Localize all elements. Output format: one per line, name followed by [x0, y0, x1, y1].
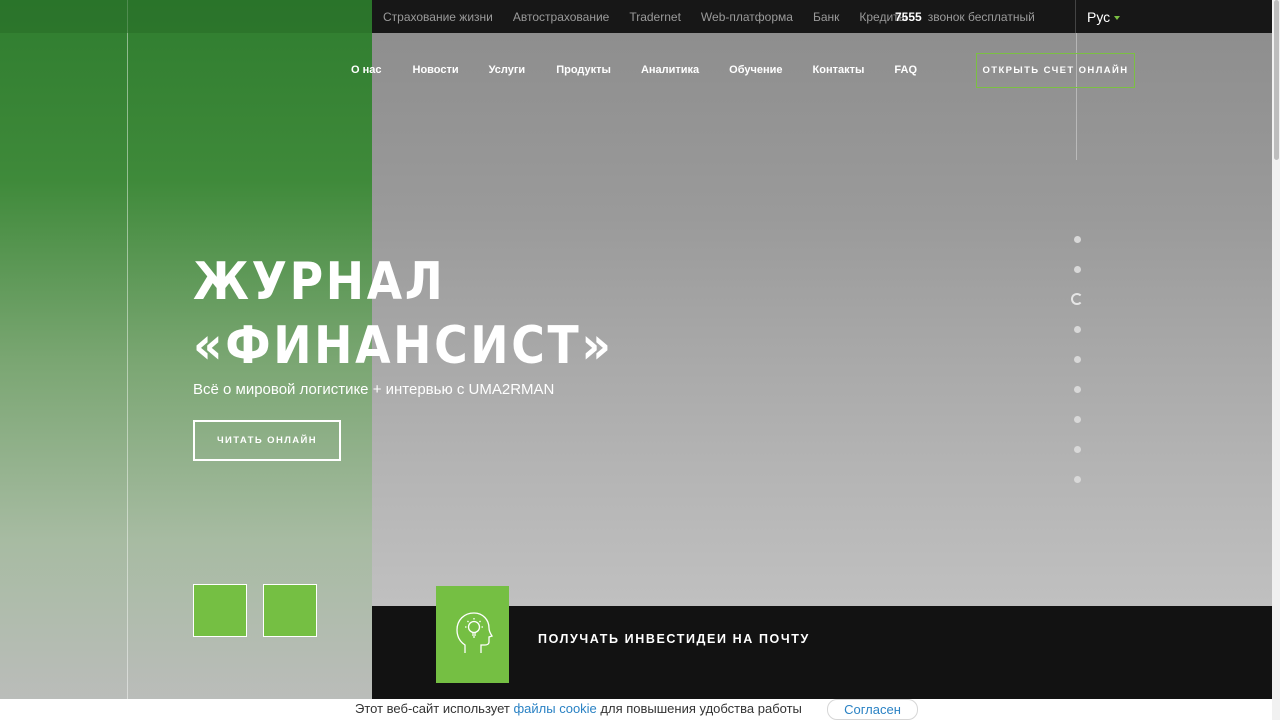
top-link-tradernet[interactable]: Tradernet [629, 10, 681, 24]
top-link-life-insurance[interactable]: Страхование жизни [383, 10, 493, 24]
nav-item-faq[interactable]: FAQ [894, 64, 917, 76]
hero-title-line1: ЖУРНАЛ [193, 252, 446, 312]
nav-item-analytics[interactable]: Аналитика [641, 64, 699, 76]
slider-dot[interactable] [1074, 416, 1081, 423]
scrollbar-thumb[interactable] [1274, 0, 1279, 160]
slider-dot[interactable] [1074, 446, 1081, 453]
open-account-button[interactable]: ОТКРЫТЬ СЧЕТ ОНЛАЙН [976, 53, 1135, 88]
language-label: Рус [1087, 9, 1111, 25]
cookie-message: Этот веб-сайт использует файлы cookie дл… [355, 701, 802, 716]
top-links: Страхование жизни Автострахование Trader… [383, 0, 907, 33]
nav-item-about[interactable]: О нас [351, 64, 382, 76]
read-online-button[interactable]: ЧИТАТЬ ОНЛАЙН [193, 420, 341, 461]
cookie-link[interactable]: файлы cookie [513, 701, 596, 716]
main-nav: О нас Новости Услуги Продукты Аналитика … [351, 64, 917, 76]
decorative-line [127, 0, 128, 700]
top-link-auto-insurance[interactable]: Автострахование [513, 10, 609, 24]
hero-subtitle: Всё о мировой логистике + интервью с UMA… [193, 381, 555, 398]
nav-item-products[interactable]: Продукты [556, 64, 611, 76]
slider-dot[interactable] [1074, 476, 1081, 483]
slider-dot[interactable] [1074, 266, 1081, 273]
hero-title: ЖУРНАЛ «ФИНАНСИСТ» [193, 250, 614, 378]
cookie-text-before: Этот веб-сайт использует [355, 701, 514, 716]
nav-item-contacts[interactable]: Контакты [813, 64, 865, 76]
slider-dot-active[interactable] [1071, 293, 1083, 305]
topbar-left-tint [0, 0, 372, 33]
top-link-web-platform[interactable]: Web-платформа [701, 10, 793, 24]
nav-item-news[interactable]: Новости [413, 64, 459, 76]
top-link-bank[interactable]: Банк [813, 10, 839, 24]
language-divider [1075, 0, 1076, 33]
cookie-bar: Этот веб-сайт использует файлы cookie дл… [0, 699, 1272, 720]
subscribe-link[interactable]: ПОЛУЧАТЬ ИНВЕСТИДЕИ НА ПОЧТУ [538, 632, 810, 646]
slider-prev-button[interactable] [193, 584, 247, 637]
slider-next-button[interactable] [263, 584, 317, 637]
chevron-down-icon [1114, 16, 1121, 20]
hero-title-line2: «ФИНАНСИСТ» [193, 316, 614, 376]
slider-dot[interactable] [1074, 326, 1081, 333]
slider-dot[interactable] [1074, 386, 1081, 393]
cookie-text-after: для повышения удобства работы [596, 701, 802, 716]
phone-number[interactable]: 7555 [895, 10, 922, 24]
nav-item-education[interactable]: Обучение [729, 64, 782, 76]
language-selector[interactable]: Рус [1087, 9, 1121, 25]
slider-dot[interactable] [1074, 356, 1081, 363]
phone-info: 7555 звонок бесплатный [895, 10, 1035, 24]
nav-item-services[interactable]: Услуги [489, 64, 526, 76]
cookie-accept-button[interactable]: Согласен [827, 699, 918, 720]
idea-box [436, 586, 509, 683]
slider-dot[interactable] [1074, 236, 1081, 243]
lightbulb-head-icon [453, 607, 493, 662]
phone-text: звонок бесплатный [927, 10, 1035, 24]
